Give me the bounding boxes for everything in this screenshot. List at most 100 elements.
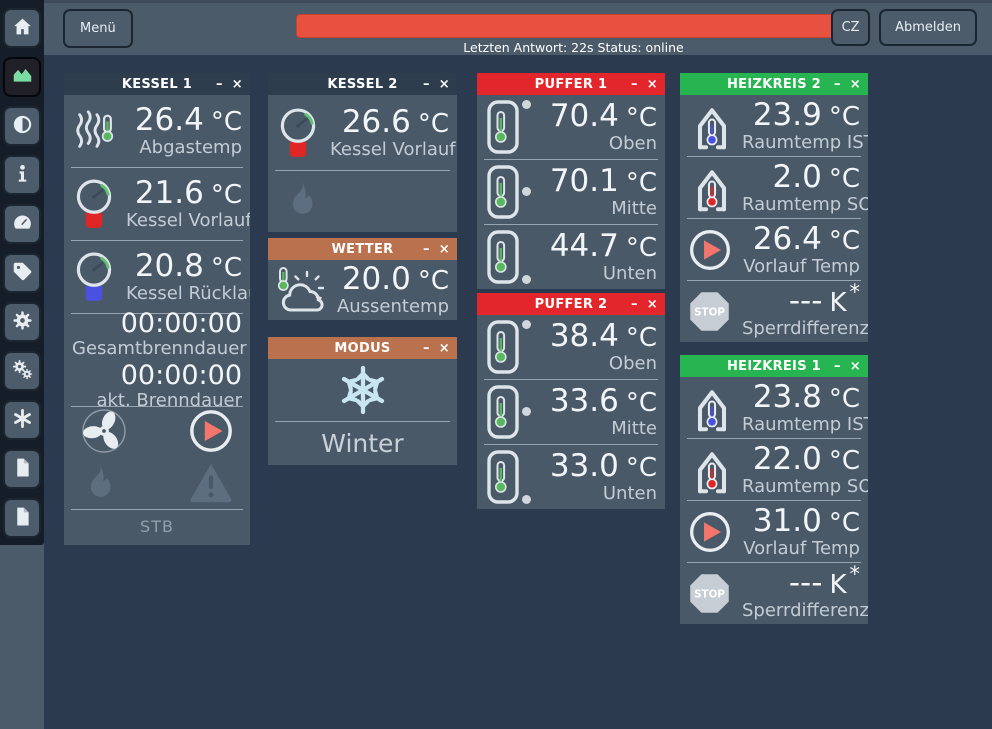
info-icon <box>12 163 33 188</box>
language-button[interactable]: CZ <box>831 9 870 46</box>
minimize-button[interactable]: – <box>834 78 841 91</box>
sensor-value: 31.0 <box>753 503 822 539</box>
boiler-gauge-red-icon <box>276 105 330 161</box>
minimize-button[interactable]: – <box>423 78 430 91</box>
sensor-unit: °C <box>626 233 657 263</box>
buffer-tank-middle-icon <box>485 164 539 220</box>
status-text: Letzten Antwort: 22s Status: online <box>296 40 851 55</box>
minimize-button[interactable]: – <box>631 78 638 91</box>
sensor-value: 21.6 <box>135 175 204 211</box>
sensor-label: Raumtemp IST <box>742 134 860 152</box>
minimize-button[interactable]: – <box>631 298 638 311</box>
gear-icon <box>12 310 33 335</box>
minimize-button[interactable]: – <box>834 360 841 373</box>
sidebar-item-overview[interactable] <box>3 57 41 97</box>
sensor-value: 70.4 <box>550 98 619 134</box>
sensor-row: 21.6°CKessel Vorlauf <box>64 168 250 240</box>
sensor-unit: °C <box>211 253 242 283</box>
sensor-label: Vorlauf Temp <box>742 258 860 276</box>
buffer-tank-top-icon <box>485 319 539 375</box>
panel-heizkreis-2: HEIZKREIS 2 –× 23.9°CRaumtemp IST 2.0°CR… <box>680 73 868 342</box>
menu-button[interactable]: Menü <box>63 9 133 48</box>
sensor-label: Unten <box>539 265 657 283</box>
sensor-unit: °C <box>829 102 860 132</box>
panel-puffer-2: PUFFER 2 –× 38.4°COben 33.6°CMitte 33.0°… <box>477 293 665 509</box>
sensor-value: 33.0 <box>550 448 619 484</box>
close-button[interactable]: × <box>850 360 861 373</box>
logout-button[interactable]: Abmelden <box>879 9 977 46</box>
sidebar-item-dashboard[interactable] <box>3 204 41 244</box>
close-button[interactable]: × <box>439 78 450 91</box>
sensor-label: Unten <box>539 485 657 503</box>
panel-title: HEIZKREIS 1 <box>727 359 821 374</box>
panel-modus: MODUS –× Winter <box>268 337 457 465</box>
warning-icon <box>188 461 234 507</box>
panel-title: KESSEL 1 <box>122 77 192 92</box>
panel-puffer-1: PUFFER 1 –× 70.4°COben 70.1°CMitte 44.7°… <box>477 73 665 289</box>
close-button[interactable]: × <box>439 342 450 355</box>
panel-kessel-2: KESSEL 2 –× 26.6°CKessel Vorlauf <box>268 73 457 232</box>
sensor-row: ---K*Sperrdifferenz <box>680 281 868 342</box>
sensor-value: 38.4 <box>550 318 619 354</box>
sensor-row: 23.8°CRaumtemp IST <box>680 377 868 438</box>
sensor-label: Oben <box>539 355 657 373</box>
sidebar-item-settings[interactable] <box>3 302 41 342</box>
minimize-button[interactable]: – <box>423 243 430 256</box>
sensor-label: Sperrdifferenz <box>742 602 860 620</box>
close-button[interactable]: × <box>439 243 450 256</box>
sensor-unit: °C <box>626 453 657 483</box>
response-progress-bar <box>296 14 851 38</box>
sensor-row: 31.0°CVorlauf Temp <box>680 501 868 562</box>
panel-header[interactable]: HEIZKREIS 2 –× <box>680 73 868 95</box>
sensor-row: 2.0°CRaumtemp SOLL <box>680 157 868 218</box>
sensor-row: 38.4°COben <box>477 315 665 379</box>
home-button[interactable] <box>3 8 41 48</box>
panel-title: HEIZKREIS 2 <box>727 77 821 92</box>
sidebar-item-contrast[interactable] <box>3 106 41 146</box>
sensor-footnote: * <box>850 562 861 586</box>
panel-header[interactable]: WETTER –× <box>268 238 457 260</box>
buffer-tank-middle-icon <box>485 384 539 440</box>
close-button[interactable]: × <box>232 78 243 91</box>
sensor-label: Sperrdifferenz <box>742 320 860 338</box>
sensor-label: Raumtemp IST <box>742 416 860 434</box>
tachometer-icon <box>12 212 33 237</box>
sensor-label: Kessel Rücklauf <box>126 285 242 303</box>
sidebar-item-info[interactable] <box>3 155 41 195</box>
sensor-row: 33.0°C Unten <box>477 445 665 509</box>
sidebar-item-log-2[interactable] <box>3 498 41 538</box>
sidebar-item-tags[interactable] <box>3 253 41 293</box>
area-chart-icon <box>12 65 33 90</box>
sensor-unit: K <box>829 570 846 600</box>
contrast-icon <box>12 114 33 139</box>
panel-header[interactable]: KESSEL 2 –× <box>268 73 457 95</box>
panel-header[interactable]: PUFFER 2 –× <box>477 293 665 315</box>
minimize-button[interactable]: – <box>216 78 223 91</box>
sensor-value: 20.8 <box>135 248 204 284</box>
close-button[interactable]: × <box>850 78 861 91</box>
sensor-value: --- <box>789 565 823 601</box>
buffer-tank-bottom-icon <box>485 229 539 285</box>
sidebar-item-system-settings[interactable] <box>3 351 41 391</box>
sensor-footnote: * <box>850 280 861 304</box>
panel-title: PUFFER 1 <box>535 77 608 92</box>
sidebar-item-mode[interactable] <box>3 400 41 440</box>
close-button[interactable]: × <box>647 298 658 311</box>
panel-header[interactable]: PUFFER 1 –× <box>477 73 665 95</box>
fan-icon <box>80 407 157 459</box>
sensor-label: Aussentemp <box>336 298 449 316</box>
panel-header[interactable]: KESSEL 1 –× <box>64 73 250 95</box>
panel-kessel-1: KESSEL 1 –× 26.4°CAbgastemp 21.6°CKessel… <box>64 73 250 545</box>
sensor-unit: °C <box>211 107 242 137</box>
panel-header[interactable]: HEIZKREIS 1 –× <box>680 355 868 377</box>
sensor-label: Raumtemp SOLL <box>742 196 860 214</box>
panel-header[interactable]: MODUS –× <box>268 337 457 359</box>
sensor-unit: °C <box>829 446 860 476</box>
flame-icon <box>282 176 322 226</box>
minimize-button[interactable]: – <box>423 342 430 355</box>
sidebar-item-log-1[interactable] <box>3 449 41 489</box>
boiler-status-icons <box>268 171 457 231</box>
sensor-value: --- <box>789 283 823 319</box>
sensor-row: ---K* Sperrdifferenz <box>680 563 868 624</box>
close-button[interactable]: × <box>647 78 658 91</box>
